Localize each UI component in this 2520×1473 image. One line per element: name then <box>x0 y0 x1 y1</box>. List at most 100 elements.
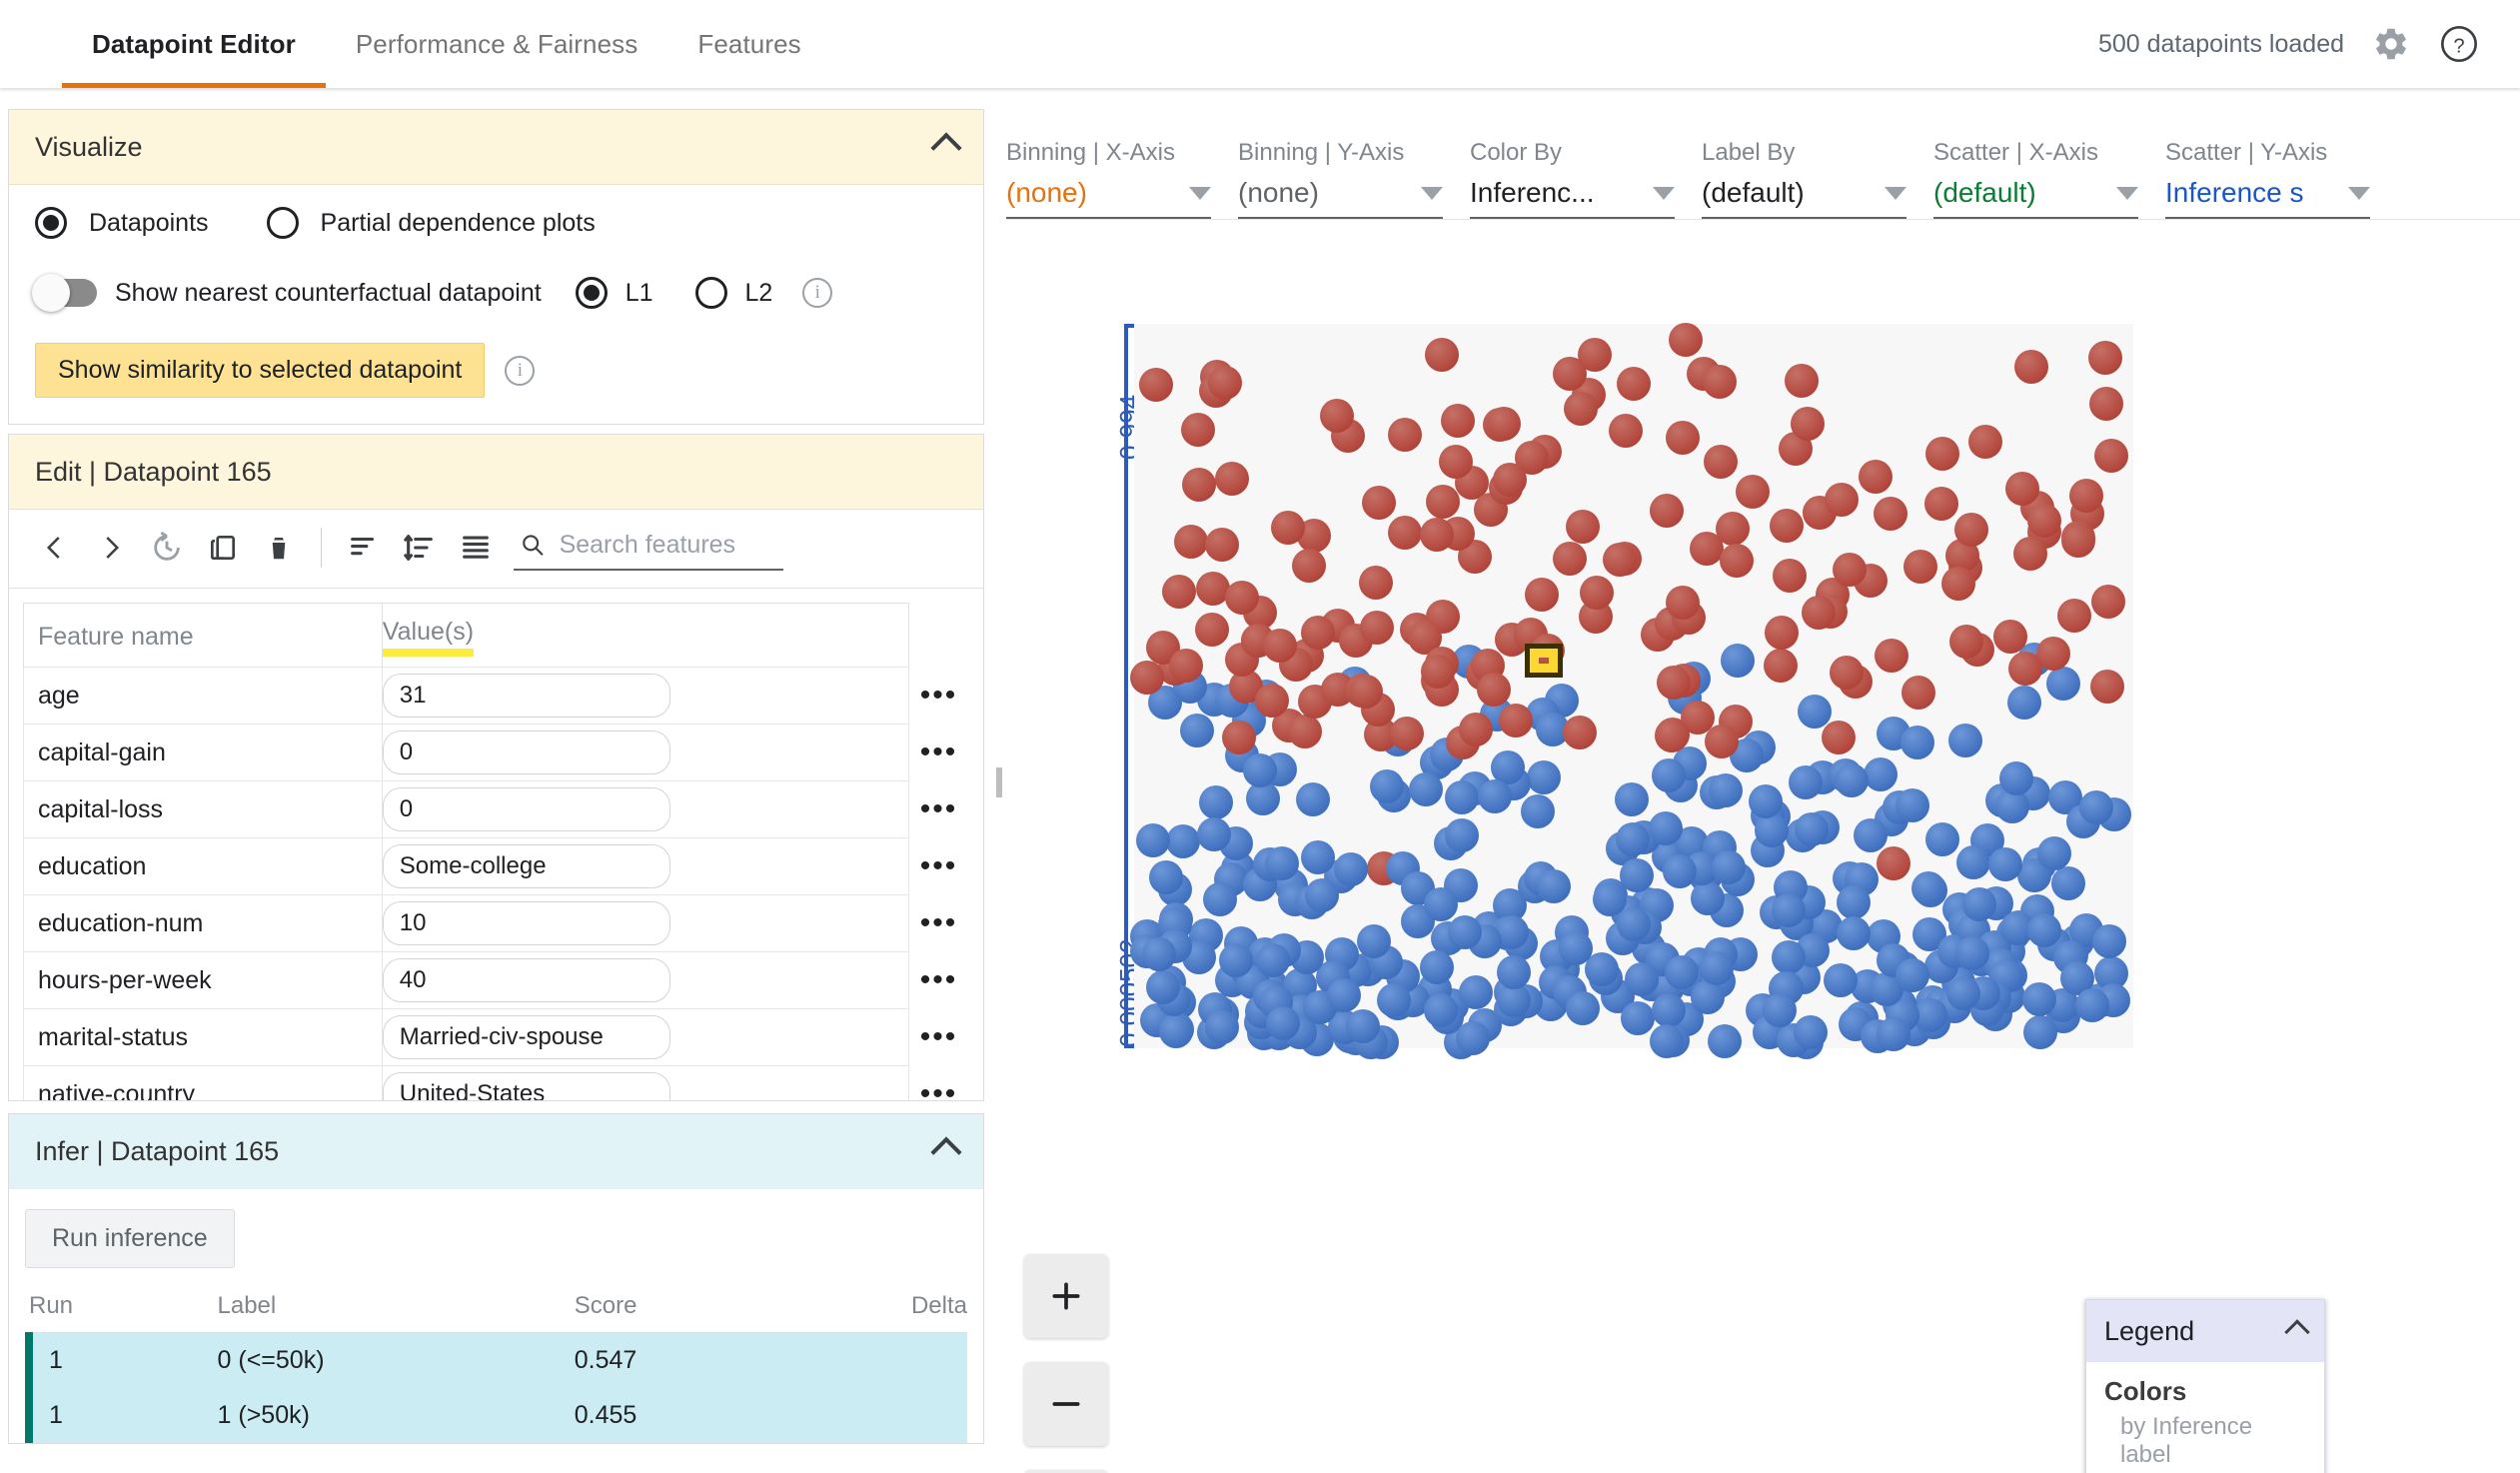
scatter-point[interactable] <box>1773 559 1808 594</box>
scatter-point[interactable] <box>1361 486 1396 521</box>
infer-card-header[interactable]: Infer | Datapoint 165 <box>9 1114 983 1189</box>
feature-value-input[interactable]: 0 <box>382 731 670 774</box>
chevron-right-icon[interactable] <box>83 520 139 576</box>
scatter-point[interactable] <box>2090 585 2125 620</box>
binning-y-axis-select[interactable]: (none) <box>1238 177 1443 219</box>
scatter-point[interactable] <box>1875 639 1909 674</box>
scatter-point[interactable] <box>1895 957 1930 992</box>
chevron-up-icon[interactable] <box>930 129 962 166</box>
scatter-point[interactable] <box>2093 439 2128 474</box>
scatter-point[interactable] <box>1421 654 1456 689</box>
scatter-point[interactable] <box>1784 364 1819 399</box>
scatter-point[interactable] <box>1616 367 1651 402</box>
chevron-up-icon[interactable] <box>2284 1315 2310 1348</box>
scatter-point[interactable] <box>1954 512 1989 547</box>
scatter-point[interactable] <box>1615 821 1650 856</box>
scatter-point[interactable] <box>1947 723 1982 757</box>
tab-features[interactable]: Features <box>667 0 830 88</box>
scatter-point[interactable] <box>1832 552 1867 587</box>
delete-trash-icon[interactable] <box>251 520 307 576</box>
row-menu-icon[interactable]: ••• <box>920 679 958 712</box>
scatter-point[interactable] <box>2012 537 2047 572</box>
scatter-point[interactable] <box>1565 991 1600 1026</box>
scatter-point[interactable] <box>1423 992 1458 1027</box>
scatter-point[interactable] <box>1707 1024 1742 1059</box>
scatter-point[interactable] <box>1602 542 1637 577</box>
scatter-point[interactable] <box>1425 485 1460 520</box>
scatter-point[interactable] <box>1129 661 1164 696</box>
splitter-grip[interactable] <box>996 767 1002 797</box>
scatter-point[interactable] <box>2074 988 2109 1023</box>
scatter-point[interactable] <box>1180 412 1215 447</box>
scatter-point[interactable] <box>1998 761 2033 796</box>
scatter-point[interactable] <box>1668 323 1703 358</box>
scatter-point[interactable] <box>1493 462 1528 497</box>
scatter-x-axis-select[interactable]: (default) <box>1933 177 2138 219</box>
scatter-point[interactable] <box>1562 715 1597 749</box>
scatter-point[interactable] <box>1609 413 1644 448</box>
revert-history-icon[interactable] <box>139 520 195 576</box>
scatter-point[interactable] <box>1498 704 1533 737</box>
scatter-point[interactable] <box>2022 1014 2057 1049</box>
scatter-point[interactable] <box>1387 516 1422 551</box>
scatter-point[interactable] <box>1657 665 1692 700</box>
show-similarity-button[interactable]: Show similarity to selected datapoint <box>35 343 486 398</box>
scatter-point[interactable] <box>1580 575 1615 610</box>
scatter-point[interactable] <box>1162 575 1197 610</box>
scatter-point[interactable] <box>2092 924 2126 959</box>
scatter-point[interactable] <box>1829 655 1864 690</box>
scatter-point[interactable] <box>1877 1017 1911 1052</box>
scatter-point[interactable] <box>1438 445 1473 480</box>
scatter-point[interactable] <box>2050 865 2085 900</box>
row-menu-icon[interactable]: ••• <box>920 1077 958 1100</box>
scatter-point[interactable] <box>1145 970 1180 1005</box>
scatter-point[interactable] <box>1836 915 1871 950</box>
row-menu-icon[interactable]: ••• <box>920 963 958 996</box>
scatter-point[interactable] <box>1665 421 1700 456</box>
scatter-point[interactable] <box>1769 508 1804 543</box>
scatter-point[interactable] <box>1205 528 1240 563</box>
scatter-point[interactable] <box>1477 778 1512 813</box>
scatter-point[interactable] <box>1755 812 1790 847</box>
tab-datapoint-editor[interactable]: Datapoint Editor <box>62 0 326 88</box>
visualize-card-header[interactable]: Visualize <box>9 110 983 185</box>
scatter-point[interactable] <box>1169 648 1204 683</box>
binning-x-axis-select[interactable]: (none) <box>1006 177 1211 219</box>
scatter-point[interactable] <box>2090 669 2125 704</box>
scatter-point[interactable] <box>1705 724 1740 758</box>
scatter-point[interactable] <box>1566 509 1601 544</box>
gear-icon[interactable] <box>2370 23 2412 65</box>
scatter-point[interactable] <box>1224 580 1259 615</box>
scatter-point[interactable] <box>1704 444 1739 479</box>
duplicate-icon[interactable] <box>195 520 251 576</box>
row-menu-icon[interactable]: ••• <box>920 1020 958 1053</box>
scatter-point[interactable] <box>1801 596 1836 631</box>
scatter-point[interactable] <box>1214 461 1249 496</box>
scatter-point[interactable] <box>1691 979 1726 1014</box>
scatter-point[interactable] <box>1790 407 1825 442</box>
legend-header[interactable]: Legend <box>2086 1300 2324 1362</box>
scatter-point[interactable] <box>1651 758 1686 793</box>
scatter-point[interactable] <box>1823 962 1858 997</box>
scatter-point[interactable] <box>1649 1024 1684 1059</box>
scatter-point[interactable] <box>1877 846 1910 880</box>
counterfactual-info-icon[interactable]: i <box>802 278 833 308</box>
zoom-out-button[interactable] <box>1024 1362 1108 1446</box>
scatter-point[interactable] <box>1300 616 1335 651</box>
scatter-point[interactable] <box>2068 479 2103 514</box>
scatter-point[interactable] <box>1797 694 1832 729</box>
scatter-point[interactable] <box>1825 483 1860 518</box>
scatter-point[interactable] <box>1409 772 1444 807</box>
scatter-point[interactable] <box>1711 849 1746 884</box>
scatter-point[interactable] <box>1326 977 1361 1012</box>
scatter-point[interactable] <box>2006 686 2041 721</box>
counterfactual-toggle[interactable] <box>32 274 97 312</box>
scatter-point[interactable] <box>1858 460 1892 495</box>
scatter-point[interactable] <box>1444 780 1479 815</box>
scatter-point[interactable] <box>1204 1009 1239 1044</box>
scatter-point[interactable] <box>1764 616 1799 651</box>
scatter-point[interactable] <box>1420 949 1455 984</box>
chevron-up-icon[interactable] <box>930 1133 962 1170</box>
scatter-point[interactable] <box>1709 773 1744 808</box>
scatter-point[interactable] <box>1924 487 1959 522</box>
